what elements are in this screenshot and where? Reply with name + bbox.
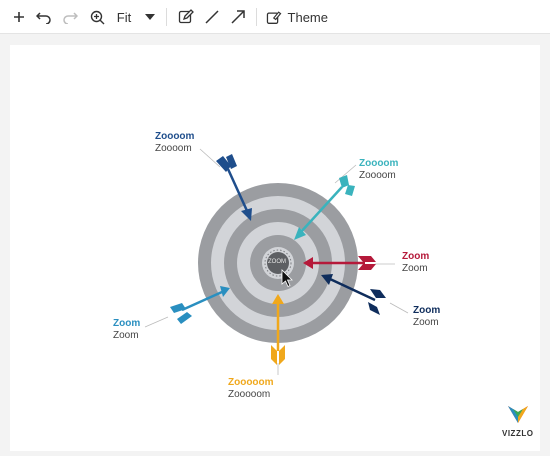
zoom-center-label: ZOOM (268, 259, 286, 265)
theme-icon (266, 11, 282, 24)
label-top-right: Zoooom Zoooom (359, 158, 398, 182)
label-subtitle: Zoom (402, 263, 428, 274)
label-title: Zoom (113, 318, 141, 329)
line-icon (205, 10, 219, 24)
label-title: Zoom (413, 305, 441, 316)
label-title: Zoooom (155, 131, 195, 142)
toolbar: Fit Theme (0, 0, 550, 34)
zoom-select[interactable]: Fit (112, 7, 136, 27)
undo-button[interactable] (34, 7, 54, 27)
zoom-button[interactable] (88, 7, 106, 27)
caret-down-icon (145, 14, 155, 20)
vizzlo-logo-text: VIZZLO (502, 429, 534, 438)
label-title: Zoom (402, 251, 430, 262)
theme-button[interactable]: Theme (266, 7, 328, 27)
label-left: Zoom Zoom (113, 318, 140, 342)
line-tool-button[interactable] (202, 7, 222, 27)
plus-icon (14, 12, 24, 22)
label-subtitle: Zoom (113, 330, 139, 341)
label-top-left: Zoooom Zoooom (155, 131, 194, 155)
label-subtitle: Zoooom (155, 143, 192, 154)
arrow-tool-button[interactable] (228, 7, 248, 27)
label-subtitle: Zoooom (359, 170, 396, 181)
label-subtitle: Zoom (413, 317, 439, 328)
leader-line (389, 302, 409, 314)
chart-canvas[interactable]: ZOOM Zoooom Zoooom Zoooom Zoooom Zoom Zo… (10, 45, 540, 451)
label-bottom: Zooooom Zooooom (228, 377, 274, 401)
label-title: Zooooom (228, 377, 274, 388)
label-title: Zoooom (359, 158, 399, 169)
edit-button[interactable] (176, 7, 196, 27)
zoom-in-icon (90, 10, 104, 24)
undo-icon (36, 12, 51, 24)
add-button[interactable] (10, 7, 28, 27)
arrow-icon (231, 10, 245, 24)
toolbar-divider (166, 8, 167, 26)
theme-label: Theme (287, 9, 328, 25)
target-infographic[interactable] (10, 45, 540, 451)
zoom-dropdown-button[interactable] (142, 7, 158, 27)
leader-line (199, 148, 221, 168)
redo-icon (63, 12, 78, 24)
edit-icon (178, 9, 194, 24)
redo-button[interactable] (60, 7, 80, 27)
vizzlo-logo-icon (508, 406, 528, 423)
zoom-value: Fit (116, 9, 132, 25)
label-subtitle: Zooooom (228, 389, 271, 400)
label-bottom-right: Zoom Zoom (413, 305, 440, 329)
leader-line (144, 316, 169, 328)
label-right: Zoom Zoom (402, 251, 429, 275)
toolbar-divider (256, 8, 257, 26)
